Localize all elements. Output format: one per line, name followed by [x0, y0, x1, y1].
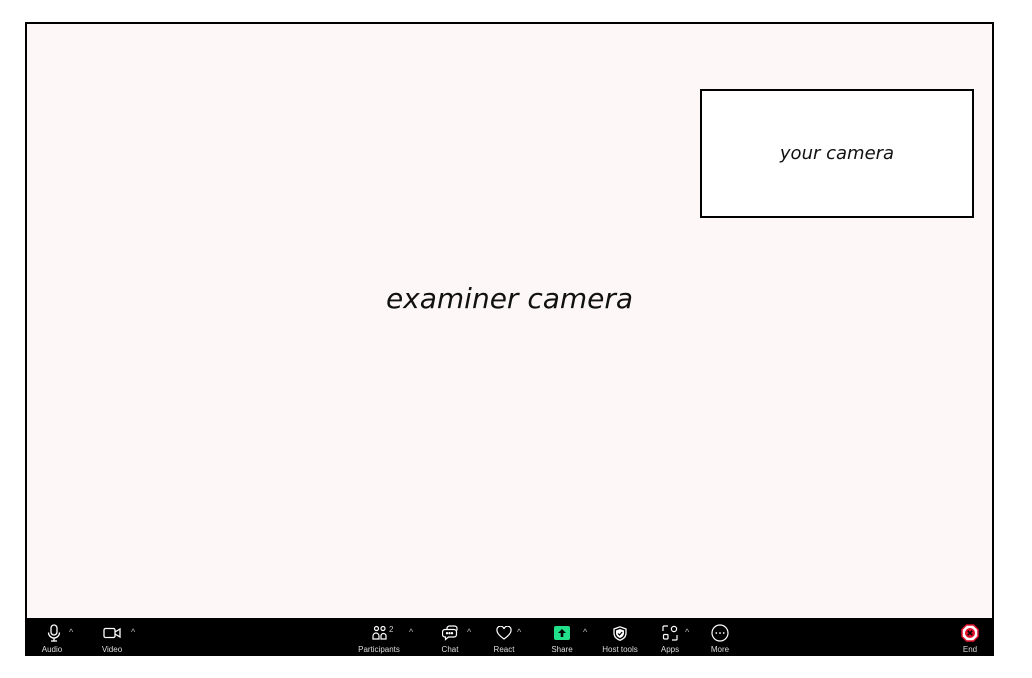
more-label: More — [710, 645, 730, 654]
video-label: Video — [101, 645, 123, 654]
apps-icon — [659, 623, 681, 643]
examiner-camera-label: examiner camera — [385, 282, 634, 315]
apps-options-caret[interactable]: ^ — [685, 627, 689, 637]
audio-label: Audio — [41, 645, 63, 654]
react-options-caret[interactable]: ^ — [517, 627, 521, 637]
shield-icon — [609, 623, 631, 643]
chat-icon — [439, 623, 461, 643]
microphone-icon — [43, 623, 65, 643]
react-button[interactable]: ^ React — [493, 623, 533, 654]
share-button[interactable]: ^ Share — [551, 623, 601, 654]
end-label: End — [962, 645, 978, 654]
heart-icon — [493, 623, 515, 643]
host-tools-label: Host tools — [602, 645, 638, 654]
end-call-icon — [959, 623, 981, 643]
apps-button[interactable]: ^ Apps — [659, 623, 699, 654]
apps-label: Apps — [660, 645, 680, 654]
video-camera-icon — [101, 623, 123, 643]
meeting-toolbar: ^ Audio ^ Video 2 ^ Participants ^ Chat … — [27, 618, 992, 654]
react-label: React — [493, 645, 515, 654]
participants-button[interactable]: 2 ^ Participants — [358, 623, 419, 654]
audio-button[interactable]: ^ Audio — [39, 623, 89, 654]
self-view-tile[interactable]: your camera — [700, 89, 974, 218]
participants-label: Participants — [358, 645, 400, 654]
video-stage: examiner camera your camera — [27, 24, 992, 620]
end-button[interactable]: End — [957, 623, 987, 654]
video-options-caret[interactable]: ^ — [131, 627, 135, 637]
share-screen-icon — [551, 623, 573, 643]
participants-options-caret[interactable]: ^ — [409, 627, 413, 637]
more-button[interactable]: More — [709, 623, 739, 654]
share-options-caret[interactable]: ^ — [583, 627, 587, 637]
video-button[interactable]: ^ Video — [99, 623, 149, 654]
chat-label: Chat — [441, 645, 459, 654]
chat-button[interactable]: ^ Chat — [439, 623, 479, 654]
audio-options-caret[interactable]: ^ — [69, 627, 73, 637]
self-camera-label: your camera — [779, 143, 895, 164]
more-icon — [709, 623, 731, 643]
chat-options-caret[interactable]: ^ — [467, 627, 471, 637]
meeting-window: examiner camera your camera ^ Audio ^ Vi… — [25, 22, 994, 656]
share-label: Share — [551, 645, 573, 654]
host-tools-button[interactable]: Host tools — [599, 623, 639, 654]
participants-icon — [369, 623, 391, 643]
participants-count: 2 — [389, 625, 394, 634]
